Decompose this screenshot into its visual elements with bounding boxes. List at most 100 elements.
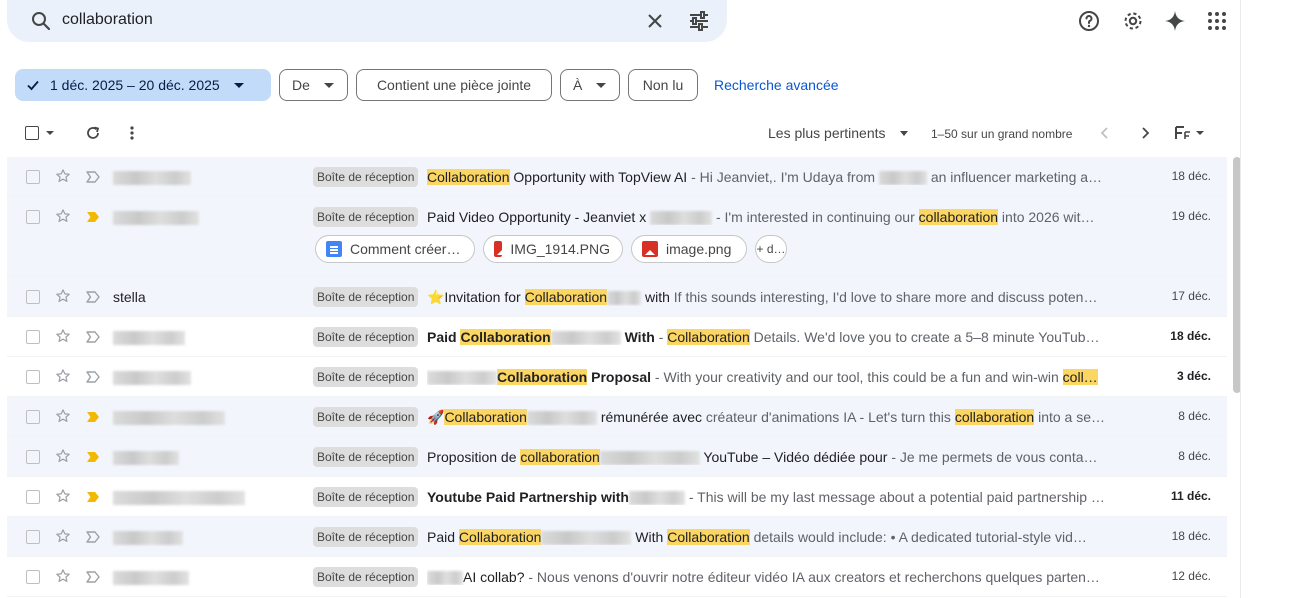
important-marker-icon[interactable] xyxy=(85,490,101,504)
star-icon[interactable] xyxy=(55,408,71,424)
email-row[interactable]: Boîte de réception 🚀Collaboration rémunér… xyxy=(7,397,1227,437)
refresh-icon[interactable] xyxy=(85,125,101,141)
email-row[interactable]: Boîte de réception Youtube Paid Partnersh… xyxy=(7,477,1227,517)
important-marker-icon[interactable] xyxy=(85,370,101,384)
subject-text: Proposition de xyxy=(427,449,521,465)
email-preview: ⭐Invitation for Collaboration with If th… xyxy=(427,289,1117,306)
email-row[interactable]: Boîte de réception Paid Collaboration Wit… xyxy=(7,517,1227,557)
email-date: 3 déc. xyxy=(1176,369,1211,383)
redacted-text xyxy=(599,451,700,466)
attachment-chip[interactable]: Comment créer… xyxy=(315,235,475,263)
search-input[interactable] xyxy=(62,11,622,29)
email-subject: Youtube Paid Partnership with xyxy=(427,489,685,506)
email-row[interactable]: Boîte de réception Collaboration Opportun… xyxy=(7,157,1227,197)
row-checkbox[interactable] xyxy=(26,490,40,504)
snippet-text: créateur d'animations IA - Let's turn th… xyxy=(705,409,955,425)
more-options-icon[interactable] xyxy=(130,125,134,141)
star-icon[interactable] xyxy=(55,288,71,304)
has-attachment-chip[interactable]: Contient une pièce jointe xyxy=(356,69,552,101)
search-highlight: Collaboration xyxy=(444,409,527,425)
star-icon[interactable] xyxy=(55,528,71,544)
clear-search-icon[interactable] xyxy=(643,9,667,33)
email-row[interactable]: Boîte de réception Collaboration Proposal… xyxy=(7,357,1227,397)
chevron-down-icon xyxy=(1196,131,1204,135)
row-checkbox[interactable] xyxy=(26,330,40,344)
email-date: 8 déc. xyxy=(1178,409,1211,423)
inbox-label-badge: Boîte de réception xyxy=(313,367,419,387)
row-checkbox[interactable] xyxy=(26,410,40,424)
star-icon[interactable] xyxy=(55,168,71,184)
more-attachments-chip[interactable]: + d… xyxy=(755,235,787,263)
select-all-checkbox[interactable] xyxy=(25,126,54,140)
gemini-spark-icon[interactable] xyxy=(1163,9,1187,33)
email-snippet: - Je me permets de vous conta… xyxy=(891,449,1097,465)
row-checkbox[interactable] xyxy=(26,570,40,584)
advanced-search-link[interactable]: Recherche avancée xyxy=(714,77,839,93)
important-marker-icon[interactable] xyxy=(85,530,101,544)
search-filter-chips: 1 déc. 2025 – 20 déc. 2025 De Contient u… xyxy=(15,69,839,101)
sender-name: stella xyxy=(113,289,146,305)
email-row[interactable]: Boîte de réception Paid Video Opportunity… xyxy=(7,197,1227,277)
star-icon[interactable] xyxy=(55,448,71,464)
star-icon[interactable] xyxy=(55,368,71,384)
apps-grid-icon[interactable] xyxy=(1205,9,1229,33)
subject-text: 🚀 xyxy=(427,409,445,425)
to-filter-chip[interactable]: À xyxy=(560,69,620,101)
pagination-range-text: 1–50 sur un grand nombre xyxy=(931,127,1073,141)
email-snippet: - Collaboration Details. We'd love you t… xyxy=(659,329,1100,345)
email-date: 18 déc. xyxy=(1171,529,1211,543)
from-filter-chip[interactable]: De xyxy=(279,69,348,101)
row-checkbox[interactable] xyxy=(26,450,40,464)
email-snippet: - With your creativity and our tool, thi… xyxy=(651,369,1098,385)
attachment-chip[interactable]: image.png xyxy=(631,235,747,263)
redacted-text xyxy=(607,291,642,306)
important-marker-icon[interactable] xyxy=(85,410,101,424)
search-highlight: collaboration xyxy=(520,449,600,465)
next-page-icon[interactable] xyxy=(1140,126,1150,140)
chevron-down-icon[interactable] xyxy=(46,131,54,135)
row-checkbox[interactable] xyxy=(26,530,40,544)
search-highlight: Collaboration xyxy=(427,169,510,185)
redacted-sender xyxy=(113,531,183,546)
important-marker-icon[interactable] xyxy=(85,450,101,464)
email-row[interactable]: Boîte de réception Paid Collaboration Wit… xyxy=(7,317,1227,357)
important-marker-icon[interactable] xyxy=(85,330,101,344)
important-marker-icon[interactable] xyxy=(85,170,101,184)
date-range-chip[interactable]: 1 déc. 2025 – 20 déc. 2025 xyxy=(15,69,271,101)
redacted-sender xyxy=(113,571,189,586)
important-marker-icon[interactable] xyxy=(85,570,101,584)
star-icon[interactable] xyxy=(55,568,71,584)
search-bar[interactable] xyxy=(7,0,727,42)
image-file-icon xyxy=(642,241,658,257)
snippet-text: into a se… xyxy=(1034,409,1106,425)
star-icon[interactable] xyxy=(55,488,71,504)
redacted-text xyxy=(526,411,597,426)
search-icon[interactable] xyxy=(29,9,53,33)
subject-text: With xyxy=(620,329,659,345)
row-checkbox[interactable] xyxy=(26,170,40,184)
email-row[interactable]: Boîte de réception Proposition de collabo… xyxy=(7,437,1227,477)
previous-page-icon[interactable] xyxy=(1100,126,1110,140)
has-attachment-label: Contient une pièce jointe xyxy=(376,77,532,93)
email-subject: Paid Video Opportunity - Jeanviet x xyxy=(427,209,713,226)
search-options-icon[interactable] xyxy=(687,9,711,33)
pagination-range: 1–50 sur un grand nombre xyxy=(931,127,1072,141)
input-tools-icon[interactable] xyxy=(1174,125,1204,141)
row-checkbox[interactable] xyxy=(26,290,40,304)
star-icon[interactable] xyxy=(55,328,71,344)
unread-filter-chip[interactable]: Non lu xyxy=(628,69,698,101)
important-marker-icon[interactable] xyxy=(85,290,101,304)
attachment-chip[interactable]: IMG_1914.PNG xyxy=(483,235,623,263)
sender-name xyxy=(113,209,199,226)
email-row[interactable]: stella Boîte de réception ⭐Invitation for … xyxy=(7,277,1227,317)
row-checkbox[interactable] xyxy=(26,210,40,224)
help-icon[interactable] xyxy=(1077,9,1101,33)
email-row[interactable]: Boîte de réception AI collab? - Nous veno… xyxy=(7,557,1227,597)
email-subject: Collaboration Opportunity with TopView A… xyxy=(427,169,687,185)
subject-text: Paid Video Opportunity - Jeanviet x xyxy=(427,209,651,225)
settings-icon[interactable] xyxy=(1121,9,1145,33)
sort-dropdown[interactable]: Les plus pertinents xyxy=(768,125,908,141)
important-marker-icon[interactable] xyxy=(85,210,101,224)
star-icon[interactable] xyxy=(55,208,71,224)
row-checkbox[interactable] xyxy=(26,370,40,384)
